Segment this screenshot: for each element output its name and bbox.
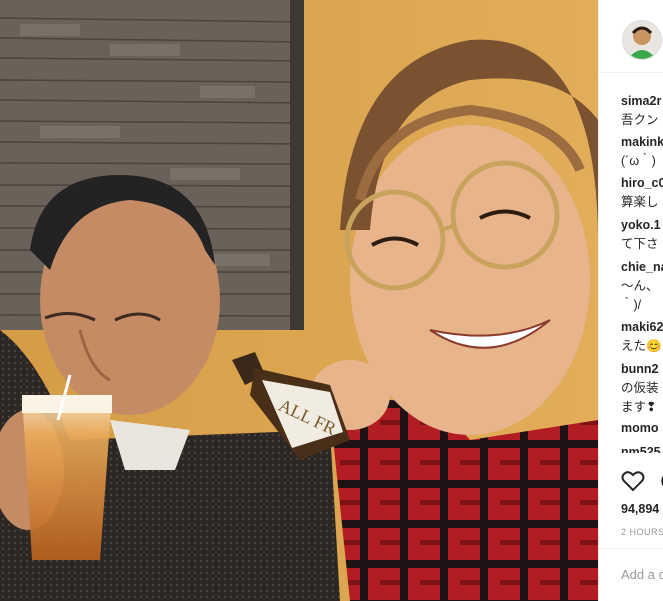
avatar-icon[interactable] [622,20,662,60]
comment: maki62 えた😊 [621,318,663,356]
comment-text: ます❢ [621,400,657,414]
post-photo[interactable]: ALL FR [0,0,598,601]
comment-username[interactable]: nm525 [621,443,663,453]
comment-text: えた😊 [621,339,662,353]
comment-text: (´ω｀) [621,154,656,168]
comment-text: 算楽し [621,195,659,209]
comment-text: 〜ん、 [621,279,659,293]
comment: nm525 [621,443,663,453]
comment-username[interactable]: bunn2 [621,360,663,379]
divider [599,548,663,549]
comment: makink (´ω｀) [621,133,663,171]
comment-username[interactable]: makink [621,133,663,152]
comment: sima2r 吾クン [621,92,663,130]
comment-username[interactable]: maki62 [621,318,663,337]
heart-icon[interactable] [621,470,645,497]
beer-glass [22,374,112,560]
comment-text: ｀)/ [621,298,642,312]
comment: chie_na 〜ん、 ｀)/ [621,258,663,315]
post-timestamp[interactable]: 2 HOURS [621,527,663,537]
divider [599,72,663,73]
comment-username[interactable]: hiro_c0 [621,174,663,193]
comment: hiro_c0 算楽し [621,174,663,212]
comment-username[interactable]: sima2r [621,92,663,111]
comment: bunn2 の仮装 ます❢ [621,360,663,417]
comment-username[interactable]: yoko.1 [621,216,663,235]
comment-text: の仮装 [621,381,659,395]
comment-username[interactable]: chie_na [621,258,663,277]
action-bar [621,470,663,494]
post-sidebar: sima2r 吾クン makink (´ω｀) hiro_c0 算楽し yoko… [598,0,663,601]
comment: yoko.1 て下さ [621,216,663,254]
comment-text: て下さ [621,237,659,251]
comment-username[interactable]: momo [621,419,663,438]
comment-icon[interactable] [659,470,663,497]
comment-text: 吾クン [621,113,659,127]
add-comment-input[interactable]: Add a c [621,567,663,582]
comment: momo [621,419,663,438]
like-count[interactable]: 94,894 [621,502,659,516]
